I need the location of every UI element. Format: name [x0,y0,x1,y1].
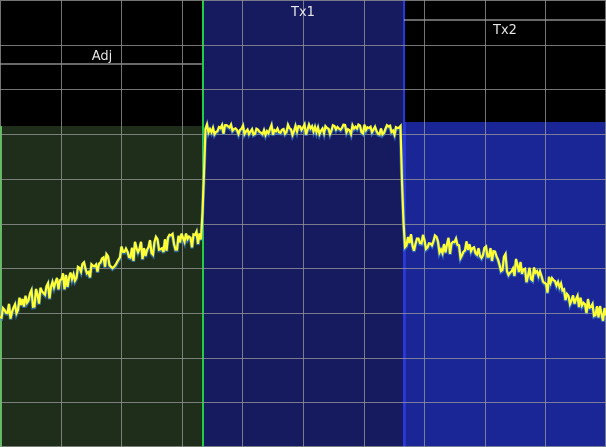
tx2-channel-bar [404,122,606,447]
adjacent-channel-label: Adj [92,49,113,64]
spectrum-analyzer-display: Adj Tx1 Tx2 [0,0,606,447]
tx2-channel-label: Tx2 [492,23,517,38]
tx1-channel-label: Tx1 [290,5,315,20]
adjacent-channel-bar [0,126,202,447]
